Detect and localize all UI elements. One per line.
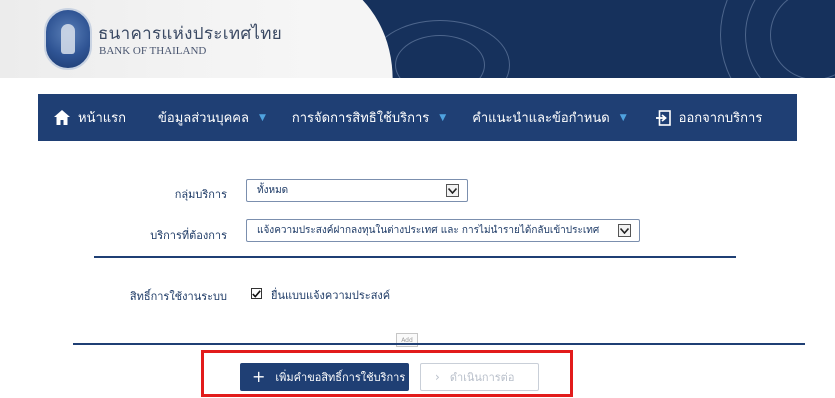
nav-home-label: หน้าแรก [78, 111, 126, 126]
rights-option-label: ยื่นแบบแจ้งความประสงค์ [271, 289, 391, 302]
nav-guidance-label: คำแนะนำและข้อกำหนด [472, 111, 610, 126]
home-icon [54, 110, 70, 125]
proceed-button[interactable]: › ดำเนินการต่อ [420, 363, 539, 391]
bank-emblem-logo [44, 8, 92, 70]
service-label: บริการที่ต้องการ [150, 229, 227, 242]
service-value: แจ้งความประสงค์ฝากลงทุนในต่างประเทศ และ … [257, 225, 600, 236]
service-group-label: กลุ่มบริการ [174, 188, 227, 201]
add-request-label: เพิ่มคำขอสิทธิ์การใช้บริการ [275, 371, 406, 384]
nav-personal-info[interactable]: ข้อมูลส่วนบุคคล ▼ [158, 94, 266, 141]
nav-personal-info-label: ข้อมูลส่วนบุคคล [158, 111, 249, 126]
brand-name-thai: ธนาคารแห่งประเทศไทย [98, 24, 283, 44]
service-group-select[interactable]: ทั้งหมด [246, 179, 468, 202]
service-select[interactable]: แจ้งความประสงค์ฝากลงทุนในต่างประเทศ และ … [246, 219, 640, 242]
nav-logout[interactable]: ออกจากบริการ [655, 94, 763, 141]
nav-guidance[interactable]: คำแนะนำและข้อกำหนด ▼ [472, 94, 626, 141]
nav-manage-rights-label: การจัดการสิทธิใช้บริการ [291, 111, 430, 126]
proceed-label: ดำเนินการต่อ [449, 371, 515, 384]
rights-label: สิทธิ์การใช้งานระบบ [129, 290, 227, 303]
dropdown-arrow-icon [446, 184, 459, 197]
caret-down-icon: ▼ [439, 112, 447, 123]
caret-down-icon: ▼ [258, 112, 266, 123]
caret-down-icon: ▼ [619, 112, 627, 123]
brand-name-english: BANK OF THAILAND [99, 45, 207, 57]
service-group-value: ทั้งหมด [257, 185, 289, 196]
checkmark-icon [252, 289, 261, 298]
nav-logout-label: ออกจากบริการ [678, 111, 763, 126]
chevron-right-icon: › [435, 370, 440, 384]
rights-checkbox[interactable] [251, 288, 262, 299]
nav-home[interactable]: หน้าแรก [54, 94, 126, 141]
nav-manage-rights[interactable]: การจัดการสิทธิใช้บริการ ▼ [292, 94, 446, 141]
main-nav: หน้าแรก ข้อมูลส่วนบุคคล ▼ การจัดการสิทธิ… [38, 94, 797, 141]
add-request-button[interactable]: + เพิ่มคำขอสิทธิ์การใช้บริการ [240, 363, 409, 391]
plus-icon: + [252, 367, 266, 386]
bottom-divider [73, 343, 805, 345]
dropdown-arrow-icon [618, 224, 631, 237]
logout-icon [655, 109, 671, 126]
section-divider [94, 256, 736, 258]
header-banner: ธนาคารแห่งประเทศไทย BANK OF THAILAND [0, 0, 835, 78]
